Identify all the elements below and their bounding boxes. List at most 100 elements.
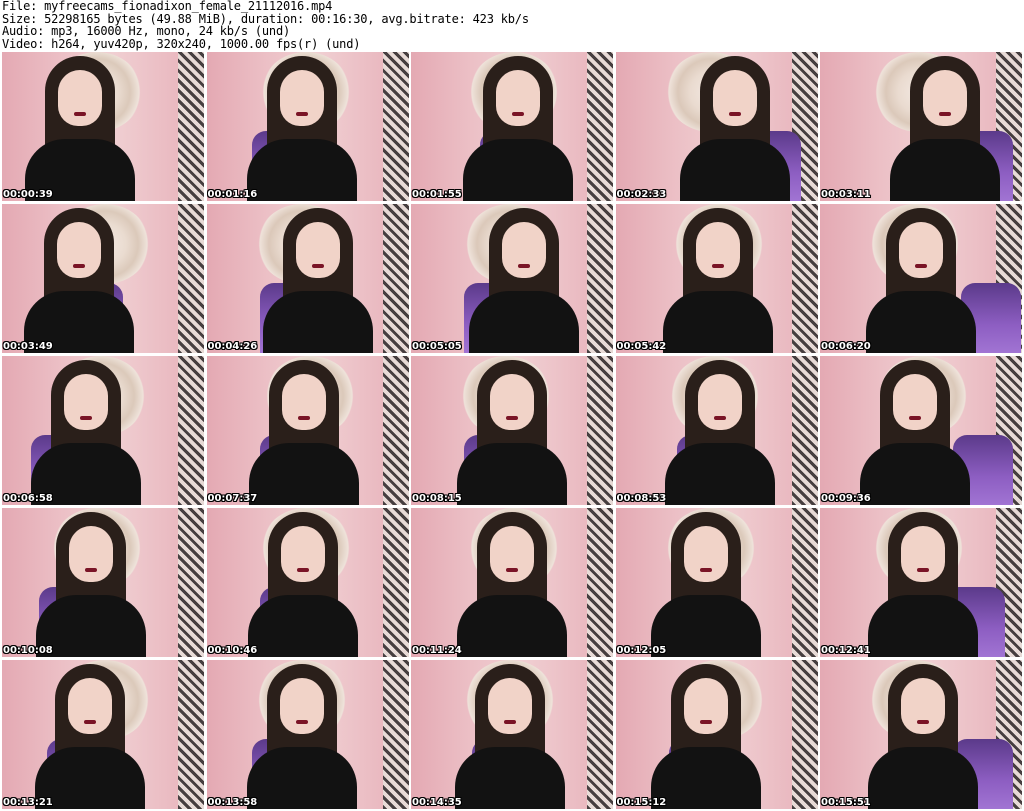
- person-face: [698, 374, 743, 430]
- curtain: [178, 660, 204, 809]
- person-torso: [463, 139, 573, 201]
- person-lips: [711, 264, 724, 268]
- person-lips: [74, 112, 87, 116]
- curtain: [587, 660, 613, 809]
- person-torso: [890, 139, 1000, 201]
- thumbnail-timestamp: 00:06:58: [3, 493, 53, 504]
- thumbnail-timestamp: 00:02:33: [616, 189, 667, 200]
- person-torso: [246, 139, 357, 201]
- person-lips: [917, 720, 930, 724]
- person-torso: [679, 139, 790, 201]
- person-face: [695, 222, 740, 278]
- person-face: [279, 678, 324, 734]
- audio-info-line: Audio: mp3, 16000 Hz, mono, 24 kb/s (und…: [2, 24, 291, 38]
- video-thumbnail: 00:07:37: [206, 356, 409, 505]
- person-lips: [939, 112, 951, 116]
- person-lips: [506, 416, 518, 420]
- person-face: [490, 526, 534, 582]
- video-thumbnail: 00:15:51: [820, 660, 1022, 809]
- video-thumbnail: 00:12:05: [615, 508, 818, 657]
- thumbnail-timestamp: 00:13:21: [3, 797, 53, 808]
- person-face: [899, 222, 943, 278]
- thumbnail-timestamp: 00:01:55: [412, 189, 462, 200]
- curtain: [791, 508, 818, 657]
- person-face: [683, 526, 728, 582]
- person-torso: [457, 595, 567, 657]
- video-thumbnail: 00:01:55: [411, 52, 613, 201]
- curtain: [382, 204, 409, 353]
- person-lips: [506, 568, 518, 572]
- video-thumbnail: 00:09:36: [820, 356, 1022, 505]
- person-lips: [512, 112, 524, 116]
- video-thumbnail: 00:10:46: [206, 508, 409, 657]
- person-torso: [662, 291, 773, 353]
- curtain: [178, 356, 204, 505]
- thumbnail-timestamp: 00:12:41: [821, 645, 871, 656]
- person-torso: [263, 291, 374, 353]
- video-thumbnail: 00:05:42: [615, 204, 818, 353]
- curtain: [587, 356, 613, 505]
- person-torso: [247, 595, 358, 657]
- file-info-header: File: myfreecams_fionadixon_female_21112…: [2, 0, 1022, 50]
- thumbnail-grid: 00:00:39 00:01:16 00:01:55 00:02:33 00:03:11…: [2, 52, 1022, 809]
- thumbnail-timestamp: 00:09:36: [821, 493, 871, 504]
- person-lips: [73, 264, 85, 268]
- thumbnail-timestamp: 00:00:39: [3, 189, 53, 200]
- curtain: [178, 52, 204, 201]
- video-thumbnail: 00:10:08: [2, 508, 204, 657]
- person-face: [893, 374, 937, 430]
- thumbnail-timestamp: 00:01:16: [207, 189, 258, 200]
- person-face: [923, 70, 967, 126]
- curtain: [382, 508, 409, 657]
- video-thumbnail: 00:03:11: [820, 52, 1022, 201]
- thumbnail-timestamp: 00:05:05: [412, 341, 462, 352]
- thumbnail-timestamp: 00:15:12: [616, 797, 667, 808]
- video-thumbnail: 00:06:58: [2, 356, 204, 505]
- curtain: [791, 204, 818, 353]
- person-face: [901, 678, 946, 734]
- curtain: [382, 356, 409, 505]
- person-lips: [80, 416, 93, 420]
- thumbnail-timestamp: 00:08:53: [616, 493, 667, 504]
- video-thumbnail: 00:13:21: [2, 660, 204, 809]
- person-lips: [909, 416, 921, 420]
- person-lips: [699, 568, 712, 572]
- person-face: [67, 678, 112, 734]
- video-thumbnail: 00:05:05: [411, 204, 613, 353]
- video-thumbnail: 00:06:20: [820, 204, 1022, 353]
- person-lips: [295, 720, 308, 724]
- person-lips: [728, 112, 741, 116]
- thumbnail-timestamp: 00:10:46: [207, 645, 258, 656]
- thumbnail-timestamp: 00:14:35: [412, 797, 462, 808]
- curtain: [178, 508, 204, 657]
- person-face: [281, 374, 326, 430]
- person-face: [58, 70, 103, 126]
- person-face: [279, 70, 324, 126]
- person-torso: [650, 747, 761, 809]
- file-name-line: File: myfreecams_fionadixon_female_21112…: [2, 0, 333, 13]
- person-face: [69, 526, 113, 582]
- video-thumbnail: 00:04:26: [206, 204, 409, 353]
- person-lips: [917, 568, 930, 572]
- person-torso: [650, 595, 761, 657]
- curtain: [587, 204, 613, 353]
- person-torso: [248, 443, 359, 505]
- video-thumbnail: 00:15:12: [615, 660, 818, 809]
- curtain: [587, 508, 613, 657]
- person-face: [57, 222, 101, 278]
- person-torso: [457, 443, 567, 505]
- person-face: [901, 526, 946, 582]
- person-face: [280, 526, 325, 582]
- person-lips: [85, 568, 97, 572]
- thumbnail-timestamp: 00:06:20: [821, 341, 871, 352]
- person-lips: [503, 720, 516, 724]
- person-lips: [83, 720, 96, 724]
- curtain: [791, 660, 818, 809]
- thumbnail-timestamp: 00:13:58: [207, 797, 258, 808]
- person-lips: [915, 264, 927, 268]
- thumbnail-timestamp: 00:11:24: [412, 645, 462, 656]
- video-thumbnail: 00:13:58: [206, 660, 409, 809]
- video-thumbnail: 00:08:53: [615, 356, 818, 505]
- person-face: [496, 70, 540, 126]
- person-lips: [699, 720, 712, 724]
